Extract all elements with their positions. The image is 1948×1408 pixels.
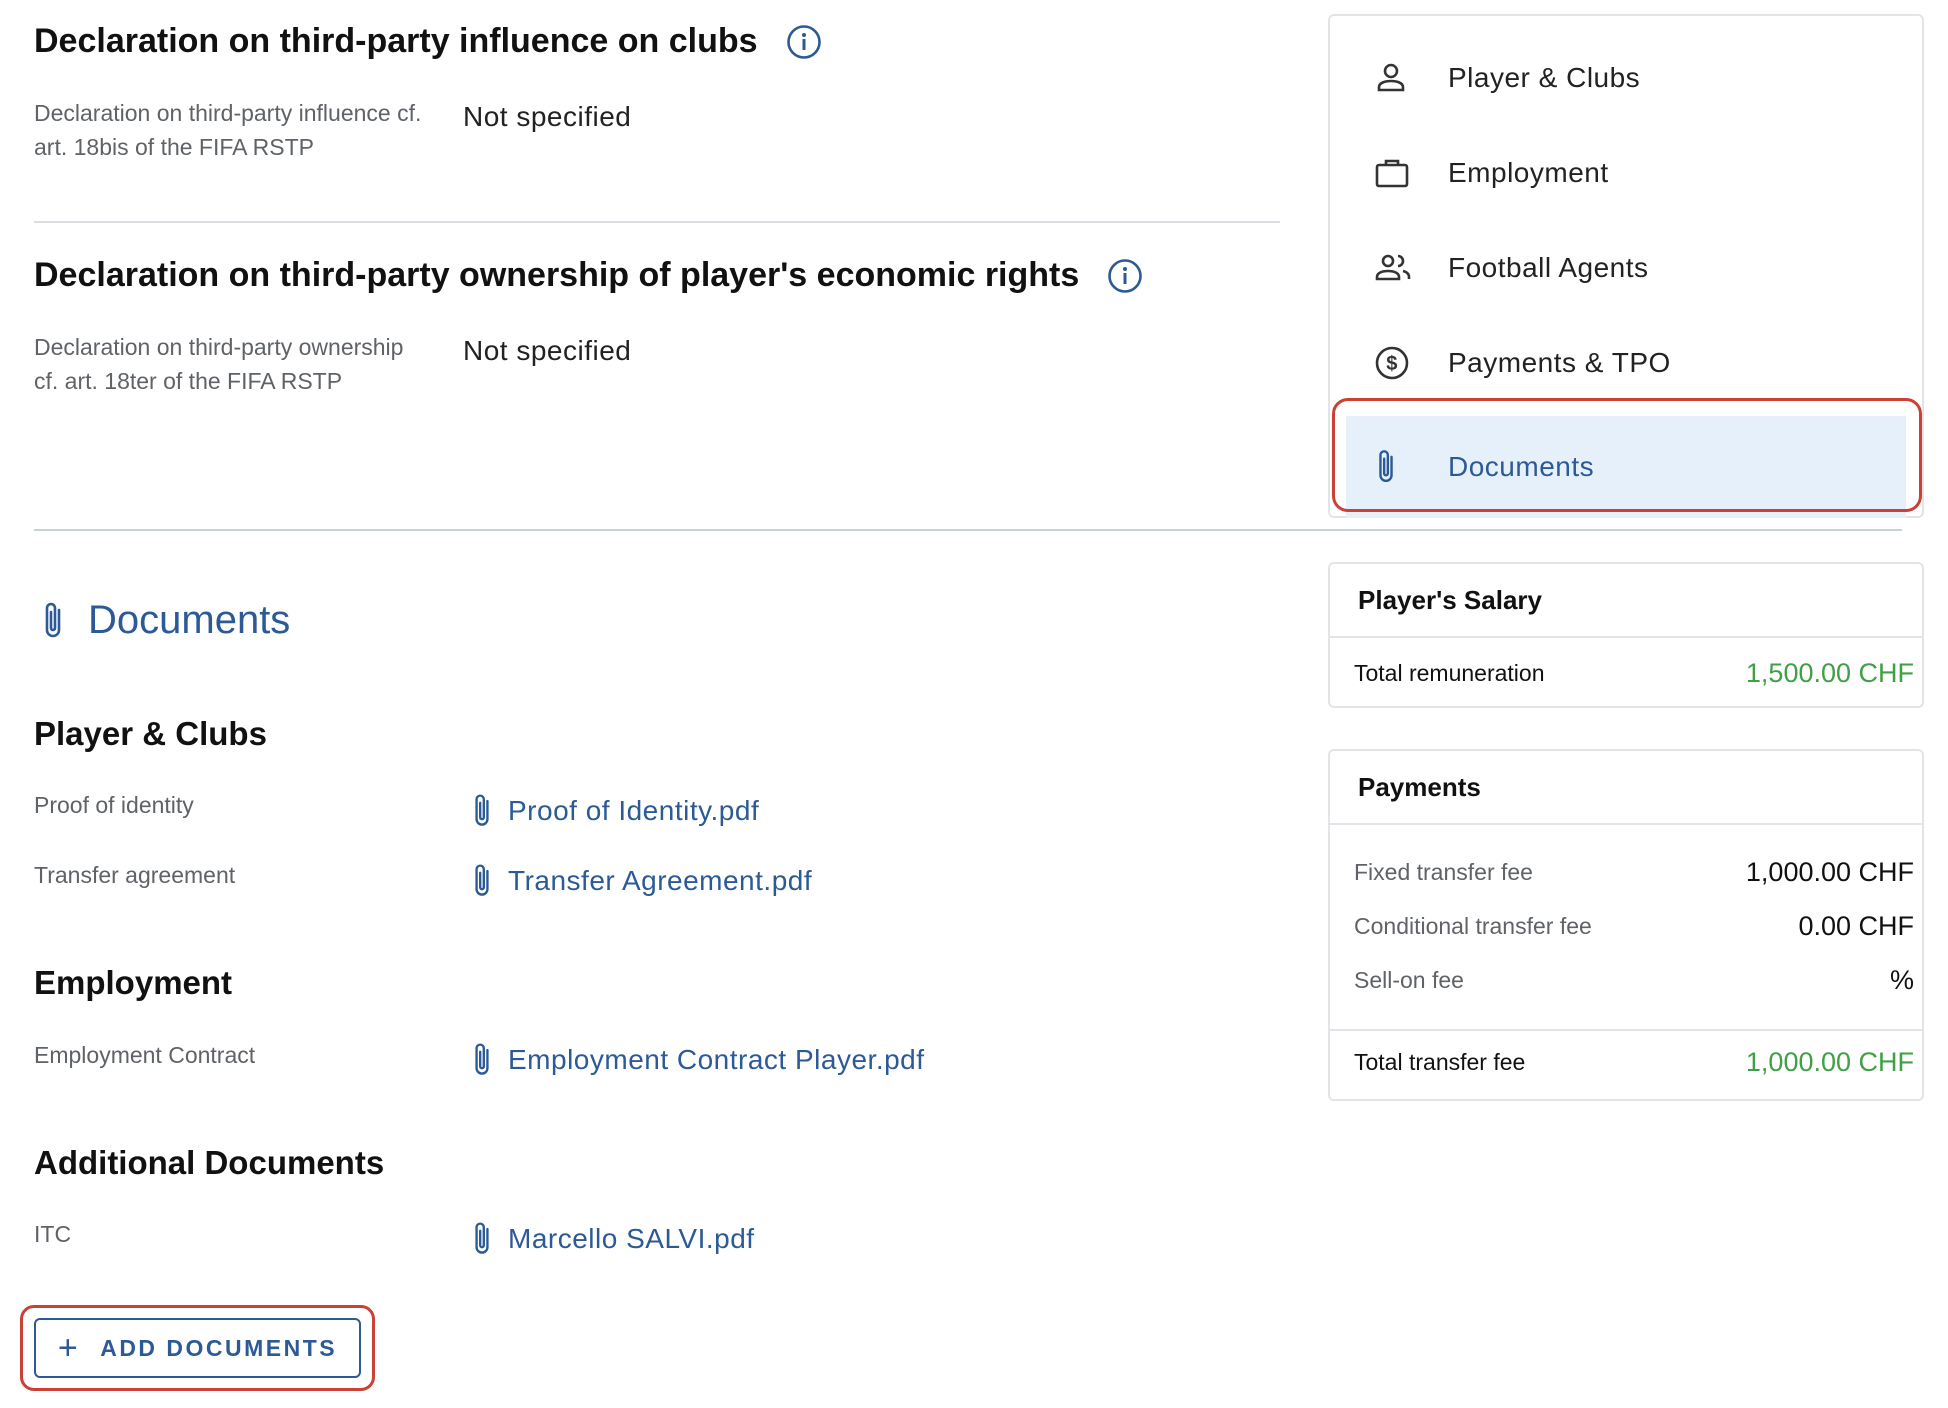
declaration-ownership-title: Declaration on third-party ownership of … (34, 256, 1143, 295)
payments-row: Conditional transfer fee 0.00 CHF (1354, 911, 1914, 941)
nav-documents-highlight (1332, 398, 1922, 512)
doc-label-employment-contract: Employment Contract (34, 1042, 256, 1068)
payments-total-row: Total transfer fee 1,000.00 CHF (1354, 1047, 1914, 1078)
payments-card: Payments Fixed transfer fee 1,000.00 CHF… (1328, 749, 1924, 1101)
doc-link-employment-contract[interactable]: Employment Contract Player.pdf (470, 1041, 925, 1079)
group-title-additional-documents: Additional Documents (34, 1144, 385, 1181)
briefcase-icon (1375, 159, 1409, 188)
payments-row: Fixed transfer fee 1,000.00 CHF (1354, 857, 1914, 887)
divider (34, 221, 1280, 223)
declaration-ownership-value: Not specified (463, 335, 632, 366)
salary-total-label: Total remuneration (1354, 660, 1545, 686)
info-icon[interactable] (786, 24, 822, 60)
salary-card-title: Player's Salary (1330, 564, 1922, 638)
nav-item-employment[interactable]: Employment (1330, 133, 1922, 213)
payments-card-title: Payments (1330, 751, 1922, 825)
section-divider (34, 529, 1902, 531)
documents-heading: Documents (40, 598, 290, 643)
doc-link-itc[interactable]: Marcello SALVI.pdf (470, 1220, 755, 1258)
doc-link-transfer-agreement[interactable]: Transfer Agreement.pdf (470, 862, 812, 900)
paperclip-icon (45, 602, 61, 637)
plus-icon: + (57, 1329, 81, 1367)
doc-link-proof-of-identity[interactable]: Proof of Identity.pdf (470, 792, 759, 830)
paperclip-icon (475, 864, 489, 896)
nav-item-football-agents[interactable]: Football Agents (1330, 228, 1922, 308)
payments-row: Sell-on fee % (1354, 965, 1914, 995)
declaration-influence-label: Declaration on third-party influence cf.… (34, 100, 422, 160)
payments-total-value: 1,000.00 CHF (1745, 1047, 1914, 1077)
doc-label-itc: ITC (34, 1221, 72, 1247)
nav-item-player-clubs[interactable]: Player & Clubs (1330, 38, 1922, 118)
nav-item-payments-tpo[interactable]: $ Payments & TPO (1330, 323, 1922, 403)
info-icon[interactable] (1107, 258, 1143, 294)
salary-card: Player's Salary Total remuneration 1,500… (1328, 562, 1924, 708)
dollar-circle-icon: $ (1375, 346, 1409, 380)
group-title-employment: Employment (34, 964, 233, 1001)
declaration-ownership-label: Declaration on third-party ownership cf.… (34, 334, 404, 394)
payments-divider (1330, 1029, 1922, 1031)
salary-total-row: Total remuneration 1,500.00 CHF (1354, 658, 1914, 689)
salary-total-value: 1,500.00 CHF (1745, 658, 1914, 688)
add-documents-button[interactable]: + ADD DOCUMENTS (34, 1318, 361, 1378)
svg-text:$: $ (1386, 353, 1398, 375)
person-icon (1377, 63, 1405, 92)
declaration-influence-value: Not specified (463, 101, 632, 132)
paperclip-icon (475, 794, 489, 826)
group-icon (1375, 254, 1411, 281)
group-title-player-clubs: Player & Clubs (34, 715, 267, 752)
paperclip-icon (475, 1222, 489, 1254)
declaration-influence-title: Declaration on third-party influence on … (34, 22, 822, 61)
doc-label-proof-of-identity: Proof of identity (34, 792, 194, 818)
paperclip-icon (475, 1043, 489, 1075)
doc-label-transfer-agreement: Transfer agreement (34, 862, 236, 888)
payments-total-label: Total transfer fee (1354, 1049, 1526, 1075)
